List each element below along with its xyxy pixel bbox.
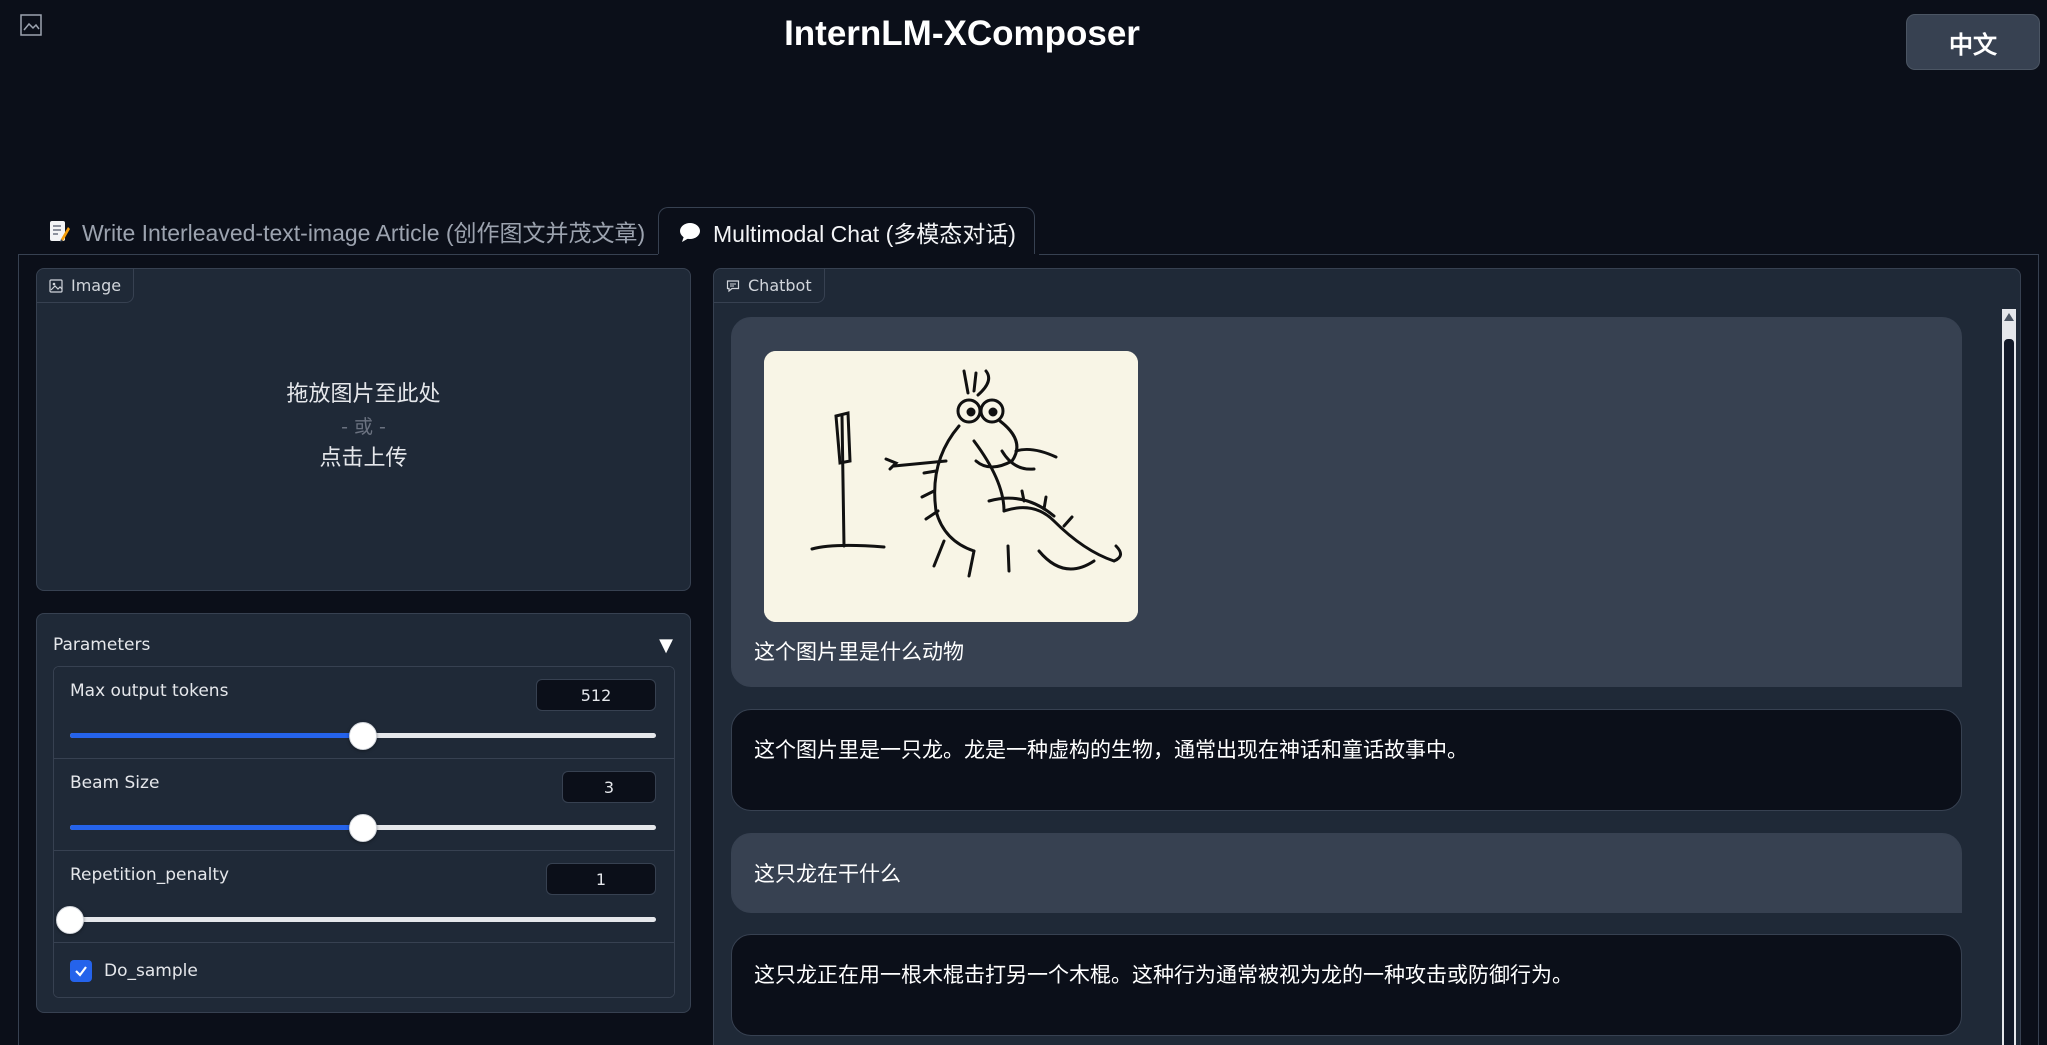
chat-message-text: 这个图片里是什么动物 [754, 640, 964, 664]
collapse-triangle-icon[interactable]: ▼ [659, 635, 673, 656]
beam-size-input[interactable]: 3 [562, 771, 656, 803]
memo-icon [46, 218, 72, 244]
slider-thumb[interactable] [349, 814, 377, 842]
uploaded-dragon-image [764, 351, 1138, 622]
parameters-body: Max output tokens 512 Beam Size 3 Repeti… [53, 666, 675, 998]
checkmark-icon [75, 966, 87, 977]
drop-text: 拖放图片至此处 [286, 382, 441, 407]
do-sample-checkbox[interactable] [70, 960, 92, 982]
chat-message-bot: 这只龙正在用一根木棍击打另一个木棍。这种行为通常被视为龙的一种攻击或防御行为。 [731, 934, 1962, 1036]
slider-label: Repetition_penalty [70, 865, 230, 885]
image-block-label: Image [37, 269, 135, 303]
slider-beam-size: Beam Size 3 [54, 759, 674, 851]
repetition-penalty-input[interactable]: 1 [546, 863, 656, 895]
slider-thumb[interactable] [349, 722, 377, 750]
slider-thumb[interactable] [56, 906, 84, 934]
language-toggle-button[interactable]: 中文 [1906, 14, 2040, 70]
slider-fill [70, 733, 363, 738]
or-text: - 或 - [341, 416, 386, 438]
chat-icon [726, 279, 740, 292]
chat-message-bot: 这个图片里是一只龙。龙是一种虚构的生物，通常出现在神话和童话故事中。 [731, 709, 1962, 811]
speech-bubble-icon [677, 219, 703, 245]
chat-message-user: 这只龙在干什么 [731, 833, 1962, 913]
tab-multimodal-chat[interactable]: Multimodal Chat (多模态对话) [658, 207, 1035, 255]
click-upload-text: 点击上传 [319, 446, 408, 471]
image-icon [49, 278, 63, 293]
scroll-up-arrow-icon[interactable] [2004, 313, 2014, 321]
chatbot-panel: Chatbot 这个图片里是什么动物 这个图片里是一只龙。龙是一种虚构的生物，通… [713, 268, 2021, 1045]
slider-track[interactable] [56, 906, 656, 934]
chat-message-user: 这个图片里是什么动物 [731, 317, 1962, 687]
slider-track[interactable] [70, 814, 656, 842]
parameters-title: Parameters [53, 635, 151, 655]
parameters-accordion: Parameters ▼ Max output tokens 512 Beam … [36, 613, 691, 1013]
upload-instructions: 拖放图片至此处 - 或 - 点击上传 [37, 379, 690, 475]
slider-max-output-tokens: Max output tokens 512 [54, 667, 674, 759]
slider-fill [70, 825, 363, 830]
tab-write-article-label: Write Interleaved-text-image Article (创作… [82, 220, 646, 246]
slider-repetition-penalty: Repetition_penalty 1 [54, 851, 674, 943]
tab-write-article[interactable]: Write Interleaved-text-image Article (创作… [28, 207, 663, 255]
tab-bar: Write Interleaved-text-image Article (创作… [18, 207, 2039, 255]
do-sample-row: Do_sample [54, 943, 674, 997]
image-label-text: Image [71, 276, 122, 295]
parameters-header[interactable]: Parameters ▼ [53, 630, 673, 660]
chatbot-label-text: Chatbot [748, 276, 812, 295]
chat-message-text: 这只龙在干什么 [754, 862, 901, 886]
tab-multimodal-chat-label: Multimodal Chat (多模态对话) [713, 220, 1016, 247]
slider-track[interactable] [70, 722, 656, 750]
chatbot-block-label: Chatbot [714, 269, 825, 303]
chat-message-text: 这只龙正在用一根木棍击打另一个木棍。这种行为通常被视为龙的一种攻击或防御行为。 [754, 963, 1573, 987]
chat-message-text: 这个图片里是一只龙。龙是一种虚构的生物，通常出现在神话和童话故事中。 [754, 738, 1468, 762]
slider-label: Max output tokens [70, 681, 229, 701]
image-upload-area[interactable]: Image 拖放图片至此处 - 或 - 点击上传 [36, 268, 691, 591]
app-page: InternLM-XComposer 中文 Write Interleaved-… [0, 0, 2047, 1045]
app-title: InternLM-XComposer [784, 14, 1140, 53]
slider-label: Beam Size [70, 773, 160, 793]
do-sample-label: Do_sample [104, 961, 198, 981]
chat-scrollbar-thumb[interactable] [2004, 339, 2014, 1045]
max-output-tokens-input[interactable]: 512 [536, 679, 656, 711]
